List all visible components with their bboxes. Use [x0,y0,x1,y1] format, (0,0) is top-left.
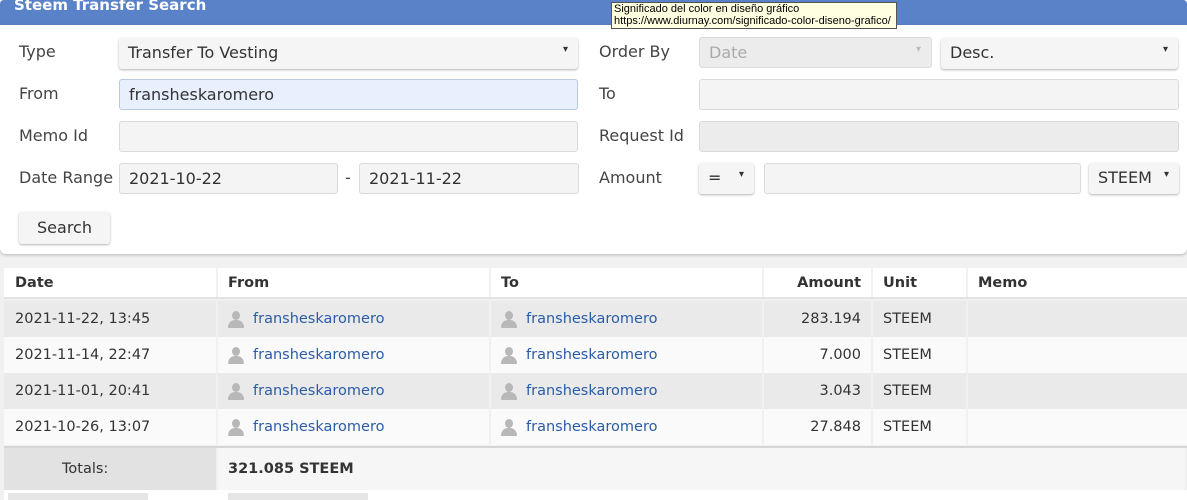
link-tooltip: Significado del color en diseño gráfico … [611,2,897,29]
amount-input[interactable] [764,163,1081,194]
row-amount: 27.848 [764,409,873,445]
to-input[interactable] [699,79,1179,110]
memo-id-label: Memo Id [19,126,88,145]
col-header-amount[interactable]: Amount [764,268,873,297]
from-input[interactable]: fransheskaromero [119,79,578,110]
table-row: 2021-11-14, 22:47 fransheskaromero frans… [4,337,1187,373]
amount-unit-select[interactable]: STEEM ▾ [1089,163,1179,194]
row-amount: 283.194 [764,301,873,337]
row-from: fransheskaromero [218,373,491,409]
table-row: 2021-11-01, 20:41 fransheskaromero frans… [4,373,1187,409]
app-title: Steem Transfer Search [14,0,207,14]
order-by-value: Date [709,43,748,62]
row-memo [968,337,1187,373]
row-date: 2021-11-01, 20:41 [4,373,218,409]
from-label: From [19,84,59,103]
row-amount: 3.043 [764,373,873,409]
row-unit: STEEM [873,373,968,409]
user-icon [228,418,244,436]
date-to-input[interactable]: 2021-11-22 [359,163,579,194]
from-user-link[interactable]: fransheskaromero [253,311,384,327]
table-header: Date From To Amount Unit Memo [4,268,1187,299]
search-form: Type Transfer To Vesting ▾ From franshes… [0,25,1187,254]
chevron-down-icon: ▾ [738,169,744,180]
search-button[interactable]: Search [19,212,110,244]
totals-row: Totals: 321.085 STEEM [4,446,1187,490]
tooltip-url: https://www.diurnay.com/significado-colo… [614,15,891,27]
date-from-input[interactable]: 2021-10-22 [119,163,338,194]
user-icon [501,418,517,436]
col-header-date[interactable]: Date [4,268,218,297]
from-user-link[interactable]: fransheskaromero [253,383,384,399]
pagination-placeholder [228,493,368,500]
row-date: 2021-11-14, 22:47 [4,337,218,373]
amount-operator-value: = [708,168,722,187]
memo-id-input[interactable] [119,121,578,152]
amount-label: Amount [599,168,662,187]
totals-value: 321.085 STEEM [218,448,1187,490]
amount-operator-select[interactable]: = ▾ [699,163,754,194]
row-to: fransheskaromero [491,373,764,409]
to-user-link[interactable]: fransheskaromero [526,347,657,363]
pagination-area [4,490,1187,500]
order-by-label: Order By [599,42,670,61]
row-memo [968,373,1187,409]
row-memo [968,301,1187,337]
user-icon [228,382,244,400]
row-from: fransheskaromero [218,409,491,445]
user-icon [501,382,517,400]
tooltip-title: Significado del color en diseño gráfico [614,3,800,15]
app-header: Steem Transfer Search [0,0,1187,25]
row-memo [968,409,1187,445]
request-id-label: Request Id [599,126,684,145]
row-date: 2021-10-26, 13:07 [4,409,218,445]
request-id-input[interactable] [699,121,1179,152]
order-by-select[interactable]: Date ▾ [699,37,932,68]
row-to: fransheskaromero [491,301,764,337]
type-label: Type [19,42,56,61]
col-header-memo[interactable]: Memo [968,268,1187,297]
from-user-link[interactable]: fransheskaromero [253,419,384,435]
pagination-placeholder [8,493,148,500]
order-direction-select[interactable]: Desc. ▾ [941,38,1178,69]
to-user-link[interactable]: fransheskaromero [526,311,657,327]
chevron-down-icon: ▾ [915,44,921,55]
chevron-down-icon: ▾ [1163,169,1169,180]
order-direction-value: Desc. [950,43,995,62]
date-range-separator: - [345,168,351,187]
col-header-unit[interactable]: Unit [873,268,968,297]
user-icon [228,346,244,364]
row-unit: STEEM [873,301,968,337]
row-unit: STEEM [873,409,968,445]
table-row: 2021-10-26, 13:07 fransheskaromero frans… [4,409,1187,445]
row-amount: 7.000 [764,337,873,373]
chevron-down-icon: ▾ [1162,44,1168,55]
to-label: To [599,84,616,103]
row-to: fransheskaromero [491,337,764,373]
totals-label: Totals: [4,448,218,490]
date-range-label: Date Range [19,168,114,187]
row-date: 2021-11-22, 13:45 [4,301,218,337]
user-icon [228,310,244,328]
col-header-from[interactable]: From [218,268,491,297]
amount-unit-value: STEEM [1098,168,1152,187]
row-from: fransheskaromero [218,301,491,337]
to-user-link[interactable]: fransheskaromero [526,419,657,435]
row-to: fransheskaromero [491,409,764,445]
user-icon [501,346,517,364]
col-header-to[interactable]: To [491,268,764,297]
chevron-down-icon: ▾ [562,44,568,55]
from-user-link[interactable]: fransheskaromero [253,347,384,363]
row-from: fransheskaromero [218,337,491,373]
table-row: 2021-11-22, 13:45 fransheskaromero frans… [4,301,1187,337]
type-select-value: Transfer To Vesting [128,43,279,62]
row-unit: STEEM [873,337,968,373]
type-select[interactable]: Transfer To Vesting ▾ [119,38,578,69]
to-user-link[interactable]: fransheskaromero [526,383,657,399]
user-icon [501,310,517,328]
